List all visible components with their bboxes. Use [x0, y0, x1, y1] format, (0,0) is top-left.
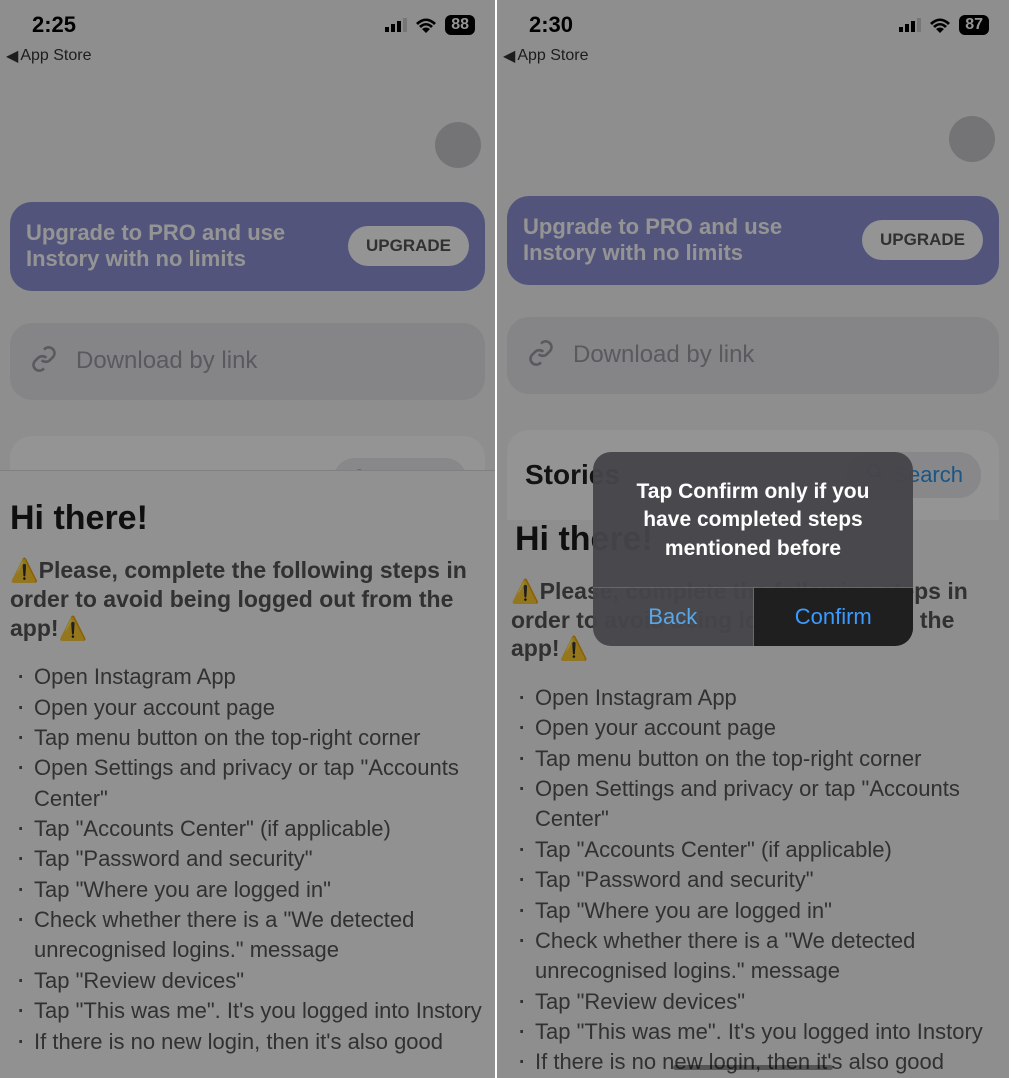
back-label: App Store — [517, 47, 588, 65]
step-item: Tap menu button on the top-right corner — [10, 723, 485, 753]
link-icon — [30, 345, 58, 378]
status-bar: 2:25 88 — [0, 0, 495, 50]
step-list: Open Instagram AppOpen your account page… — [511, 683, 995, 1078]
step-item: Tap "Review devices" — [10, 966, 485, 996]
step-item: Tap "Where you are logged in" — [10, 875, 485, 905]
step-item: Open Instagram App — [511, 683, 995, 713]
upgrade-banner: Upgrade to PRO and use Instory with no l… — [10, 202, 485, 291]
step-item: Tap "This was me". It's you logged into … — [511, 1017, 995, 1047]
battery-badge: 87 — [959, 15, 989, 35]
alert-back-button[interactable]: Back — [593, 588, 754, 646]
app-content: Upgrade to PRO and use Instory with no l… — [0, 50, 495, 526]
upgrade-button[interactable]: UPGRADE — [348, 226, 469, 266]
upgrade-banner: Upgrade to PRO and use Instory with no l… — [507, 196, 999, 285]
back-to-appstore[interactable]: ◀ App Store — [6, 46, 91, 66]
step-item: Tap "Accounts Center" (if applicable) — [511, 835, 995, 865]
status-time: 2:25 — [32, 12, 76, 38]
step-item: Check whether there is a "We detected un… — [10, 905, 485, 966]
step-list: Open Instagram AppOpen your account page… — [10, 662, 485, 1057]
step-item: Open Settings and privacy or tap "Accoun… — [511, 774, 995, 835]
step-item: Tap "Where you are logged in" — [511, 896, 995, 926]
step-item: Open your account page — [10, 693, 485, 723]
avatar[interactable] — [949, 116, 995, 162]
link-icon — [527, 339, 555, 372]
step-item: If there is no new login, then it's also… — [511, 1047, 995, 1077]
chevron-left-icon: ◀ — [6, 46, 18, 66]
step-item: Tap "Review devices" — [511, 987, 995, 1017]
back-label: App Store — [20, 47, 91, 65]
upgrade-button[interactable]: UPGRADE — [862, 220, 983, 260]
status-bar: 2:30 87 — [497, 0, 1009, 50]
avatar[interactable] — [435, 122, 481, 168]
chevron-left-icon: ◀ — [503, 46, 515, 66]
wifi-icon — [415, 17, 437, 33]
warning-line: ⚠️Please, complete the following steps i… — [10, 556, 485, 642]
step-item: Tap menu button on the top-right corner — [511, 744, 995, 774]
download-by-link[interactable]: Download by link — [507, 317, 999, 394]
step-item: If there is no new login, then it's also… — [10, 1027, 485, 1057]
phone-right: 2:30 87 ◀ App Store Upgrade to PRO and u… — [497, 0, 1009, 1078]
cellular-icon — [899, 18, 921, 32]
cellular-icon — [385, 18, 407, 32]
alert-message: Tap Confirm only if you have completed s… — [593, 452, 913, 587]
home-indicator[interactable] — [673, 1065, 833, 1070]
upgrade-text: Upgrade to PRO and use Instory with no l… — [26, 220, 336, 273]
greeting: Hi there! — [10, 499, 485, 538]
alert-confirm-button[interactable]: Confirm — [754, 588, 914, 646]
download-label: Download by link — [76, 347, 257, 375]
step-item: Tap "Password and security" — [10, 844, 485, 874]
confirm-alert: Tap Confirm only if you have completed s… — [593, 452, 913, 646]
wifi-icon — [929, 17, 951, 33]
back-to-appstore[interactable]: ◀ App Store — [503, 46, 588, 66]
status-icons: 87 — [899, 15, 989, 35]
step-item: Open your account page — [511, 713, 995, 743]
step-item: Open Instagram App — [10, 662, 485, 692]
step-item: Tap "This was me". It's you logged into … — [10, 996, 485, 1026]
download-label: Download by link — [573, 341, 754, 369]
step-item: Open Settings and privacy or tap "Accoun… — [10, 753, 485, 814]
status-time: 2:30 — [529, 12, 573, 38]
step-item: Tap "Accounts Center" (if applicable) — [10, 814, 485, 844]
status-icons: 88 — [385, 15, 475, 35]
download-by-link[interactable]: Download by link — [10, 323, 485, 400]
phone-left: 2:25 88 ◀ App Store Upgrade to PRO and u… — [0, 0, 497, 1078]
battery-badge: 88 — [445, 15, 475, 35]
instructions-sheet: Hi there! ⚠️Please, complete the followi… — [0, 470, 495, 1078]
step-item: Tap "Password and security" — [511, 865, 995, 895]
alert-buttons: Back Confirm — [593, 587, 913, 646]
step-item: Check whether there is a "We detected un… — [511, 926, 995, 987]
upgrade-text: Upgrade to PRO and use Instory with no l… — [523, 214, 850, 267]
